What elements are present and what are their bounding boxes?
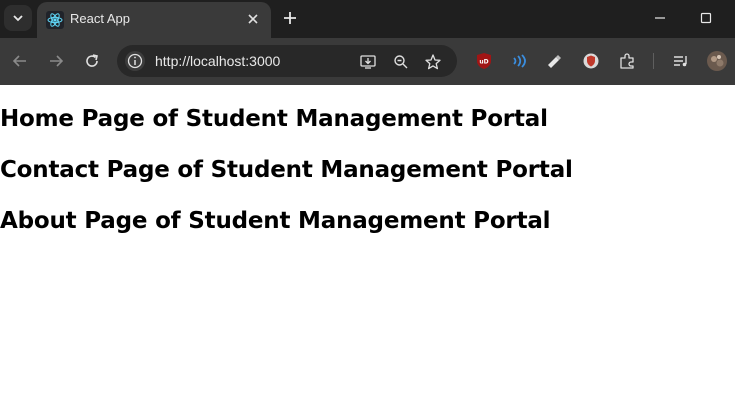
- home-heading: Home Page of Student Management Portal: [0, 106, 548, 132]
- browser-chrome: React App http://localhost:3000 uD: [0, 0, 735, 85]
- star-icon[interactable]: [424, 53, 442, 71]
- info-icon: [127, 53, 143, 69]
- extension-pen-icon[interactable]: [545, 52, 563, 70]
- site-info-button[interactable]: [125, 51, 145, 71]
- tab-react-app[interactable]: React App: [37, 2, 271, 38]
- tab-title: React App: [70, 11, 130, 26]
- extension-wave-icon[interactable]: [510, 52, 528, 70]
- about-heading: About Page of Student Management Portal: [0, 208, 551, 234]
- install-app-icon[interactable]: [359, 53, 377, 71]
- url-text: http://localhost:3000: [155, 53, 281, 69]
- tab-search-button[interactable]: [4, 5, 32, 31]
- toolbar-divider: [653, 53, 654, 69]
- maximize-icon[interactable]: [698, 10, 714, 26]
- zoom-icon[interactable]: [392, 53, 410, 71]
- profile-avatar-icon[interactable]: [707, 51, 727, 71]
- media-queue-icon[interactable]: [672, 52, 690, 70]
- ublock-icon[interactable]: uD: [475, 52, 493, 70]
- browser-toolbar: http://localhost:3000 uD: [0, 38, 735, 85]
- svg-text:uD: uD: [479, 59, 488, 66]
- extension-shield-icon[interactable]: [582, 52, 600, 70]
- puzzle-icon[interactable]: [618, 52, 636, 70]
- forward-arrow-icon[interactable]: [46, 51, 66, 71]
- reload-icon[interactable]: [82, 51, 102, 71]
- react-logo-icon: [46, 11, 64, 29]
- minimize-icon[interactable]: [652, 10, 668, 26]
- address-bar[interactable]: http://localhost:3000: [117, 45, 457, 77]
- chevron-down-icon: [13, 15, 23, 22]
- close-icon[interactable]: [245, 11, 261, 27]
- back-arrow-icon[interactable]: [10, 51, 30, 71]
- tab-bar: React App: [0, 0, 735, 38]
- contact-heading: Contact Page of Student Management Porta…: [0, 157, 573, 183]
- plus-icon[interactable]: [280, 8, 300, 28]
